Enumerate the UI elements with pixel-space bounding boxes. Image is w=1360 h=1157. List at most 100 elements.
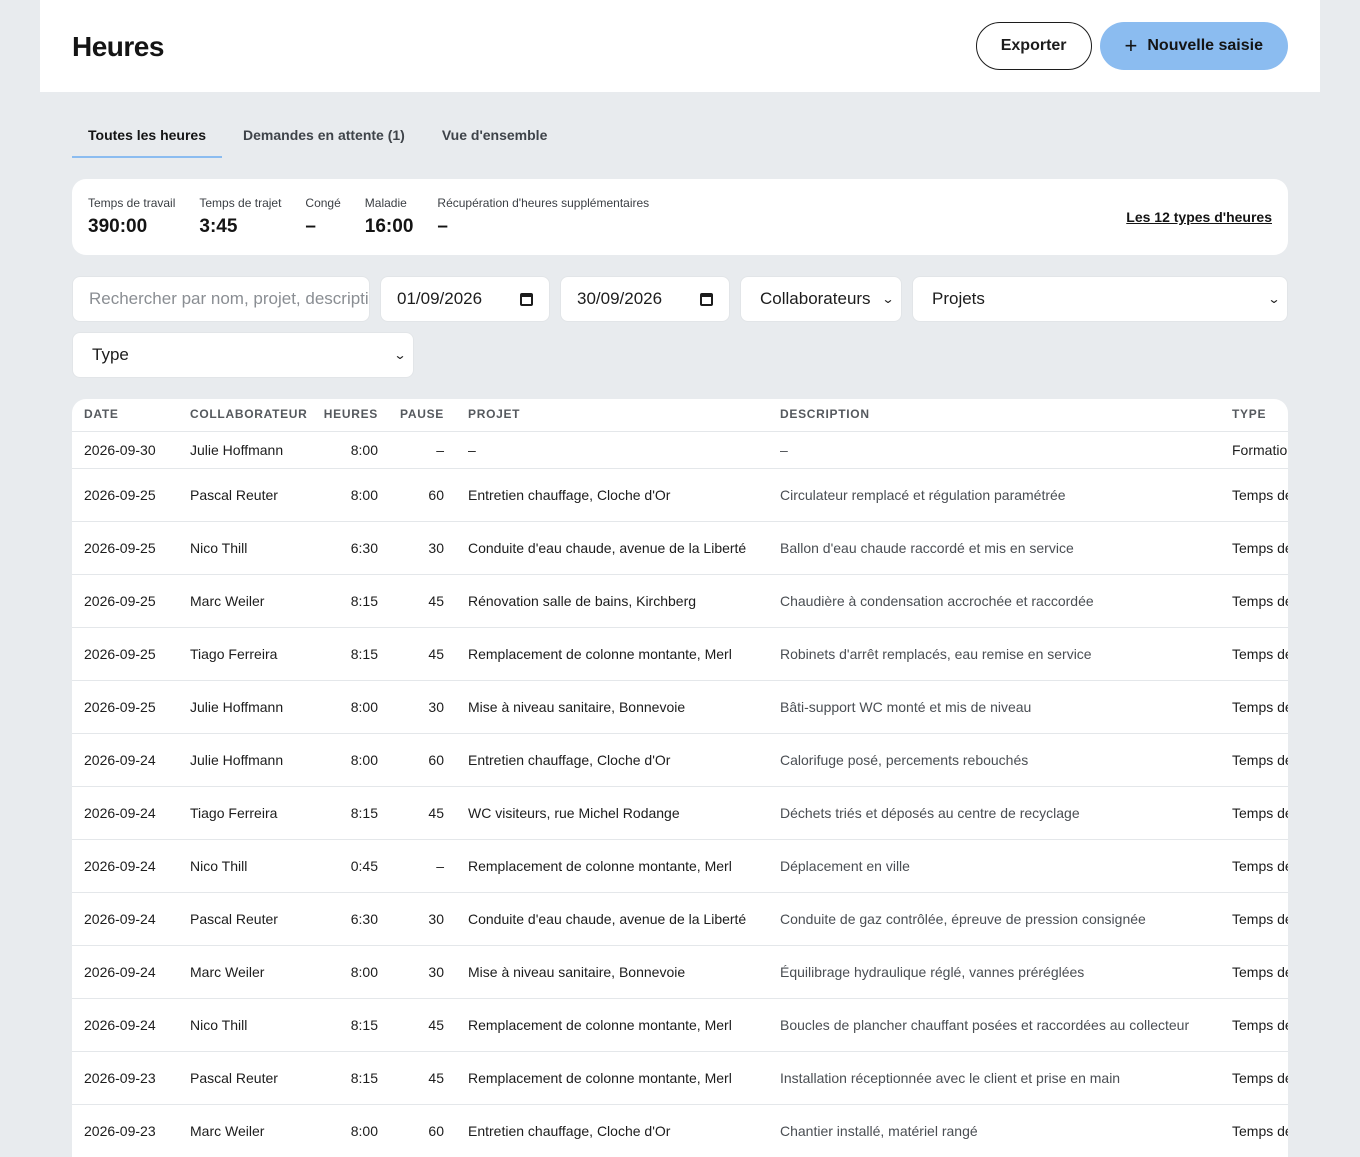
date-from-input[interactable]: 01/09/2026 — [380, 276, 550, 322]
cell-collaborator: Julie Hoffmann — [190, 699, 284, 715]
table-row[interactable]: 2026-09-24 Tiago Ferreira 8:15 45 WC visiteu… — [72, 787, 1288, 840]
stat-leave: Congé – — [305, 196, 340, 238]
cell-description: Calorifuge posé, percements rebouchés — [780, 752, 1029, 768]
cell-collaborator: Pascal Reuter — [190, 1070, 278, 1086]
new-entry-label: Nouvelle saisie — [1147, 37, 1263, 54]
page-title: Heures — [72, 31, 164, 62]
column-header-project[interactable]: PROJET — [468, 399, 520, 432]
table-row[interactable]: 2026-09-25 Tiago Ferreira 8:15 45 Remplaceme… — [72, 628, 1288, 681]
date-from-value: 01/09/2026 — [397, 289, 483, 308]
cell-hours: 8:00 — [350, 699, 378, 715]
table-row[interactable]: 2026-09-25 Julie Hoffmann 8:00 30 Mise à niv… — [72, 681, 1288, 734]
date-to-input[interactable]: 30/09/2026 — [560, 276, 730, 322]
table-row[interactable]: 2026-09-24 Pascal Reuter 6:30 30 Conduite d'… — [72, 893, 1288, 946]
stat-label: Temps de travail — [88, 196, 176, 210]
calendar-icon[interactable] — [700, 292, 713, 306]
cell-date: 2026-09-24 — [84, 1017, 156, 1033]
projects-select[interactable]: Projets ⌄ — [912, 276, 1288, 322]
cell-description: Chantier installé, matériel rangé — [780, 1123, 978, 1139]
stat-overtime-recovery: Récupération d'heures supplémentaires – — [437, 196, 649, 238]
chevron-down-icon: ⌄ — [393, 348, 407, 362]
cell-date: 2026-09-25 — [84, 487, 156, 503]
cell-project: – — [468, 442, 476, 458]
table-row[interactable]: 2026-09-23 Pascal Reuter 8:15 45 Remplacemen… — [72, 1052, 1288, 1105]
calendar-icon[interactable] — [520, 292, 533, 306]
cell-pause: 45 — [428, 1070, 444, 1086]
cell-date: 2026-09-25 — [84, 540, 156, 556]
column-header-pause[interactable]: PAUSE — [378, 399, 444, 432]
table-row[interactable]: 2026-09-24 Nico Thill 0:45 – Remplacement de… — [72, 840, 1288, 893]
column-header-collaborator[interactable]: COLLABORATEUR — [190, 399, 308, 432]
summary-card: Temps de travail 390:00 Temps de trajet … — [72, 179, 1288, 255]
cell-pause: 60 — [428, 1123, 444, 1139]
table-row[interactable]: 2026-09-25 Pascal Reuter 8:00 60 Entretien c… — [72, 469, 1288, 522]
cell-description: Conduite de gaz contrôlée, épreuve de pr… — [780, 911, 1146, 927]
cell-pause: 30 — [428, 540, 444, 556]
stat-value: – — [305, 216, 316, 237]
cell-collaborator: Pascal Reuter — [190, 487, 278, 503]
cell-project: Entretien chauffage, Cloche d'Or — [468, 1123, 671, 1139]
column-header-hours[interactable]: HEURES — [308, 399, 378, 432]
cell-type: Temps de travail — [1232, 1070, 1288, 1086]
export-button[interactable]: Exporter — [975, 22, 1092, 70]
header-actions: Exporter + Nouvelle saisie — [975, 22, 1288, 70]
stat-label: Maladie — [364, 196, 407, 210]
stat-label: Temps de trajet — [199, 196, 282, 210]
column-header-description[interactable]: DESCRIPTION — [780, 399, 870, 432]
cell-project: Entretien chauffage, Cloche d'Or — [468, 487, 671, 503]
cell-pause: – — [436, 858, 444, 874]
cell-description: Ballon d'eau chaude raccordé et mis en s… — [780, 540, 1074, 556]
hour-types-link[interactable]: Les 12 types d'heures — [1126, 209, 1272, 225]
cell-date: 2026-09-24 — [84, 752, 156, 768]
cell-description: Équilibrage hydraulique réglé, vannes pr… — [780, 964, 1085, 980]
cell-type: Formation — [1232, 442, 1288, 458]
cell-hours: 6:30 — [350, 911, 378, 927]
table-row[interactable]: 2026-09-23 Marc Weiler 8:00 60 Entretien cha… — [72, 1105, 1288, 1157]
cell-hours: 8:15 — [350, 593, 378, 609]
cell-description: Installation réceptionnée avec le client… — [780, 1070, 1121, 1086]
table-row[interactable]: 2026-09-25 Nico Thill 6:30 30 Conduite d'eau… — [72, 522, 1288, 575]
cell-hours: 6:30 — [350, 540, 378, 556]
cell-date: 2026-09-23 — [84, 1123, 156, 1139]
stat-work-time: Temps de travail 390:00 — [88, 196, 175, 238]
cell-hours: 8:15 — [350, 1070, 378, 1086]
new-entry-button[interactable]: + Nouvelle saisie — [1099, 22, 1288, 70]
cell-project: Rénovation salle de bains, Kirchberg — [468, 593, 697, 609]
cell-pause: 45 — [428, 1017, 444, 1033]
table-row[interactable]: 2026-09-25 Marc Weiler 8:15 45 Rénovation sa… — [72, 575, 1288, 628]
cell-pause: – — [436, 442, 444, 458]
cell-date: 2026-09-24 — [84, 911, 156, 927]
table-row[interactable]: 2026-09-24 Julie Hoffmann 8:00 60 Entretien … — [72, 734, 1288, 787]
tab-overview[interactable]: Vue d'ensemble — [426, 116, 564, 158]
table-row[interactable]: 2026-09-24 Marc Weiler 8:00 30 Mise à niveau… — [72, 946, 1288, 999]
cell-type: Temps de travail — [1232, 1017, 1288, 1033]
cell-type: Temps de travail — [1232, 964, 1288, 980]
table-row[interactable]: 2026-09-24 Nico Thill 8:15 45 Remplacement d… — [72, 999, 1288, 1052]
tab-all-hours[interactable]: Toutes les heures — [72, 116, 223, 158]
cell-type: Temps de travail — [1232, 593, 1288, 609]
cell-collaborator: Marc Weiler — [190, 593, 265, 609]
cell-type: Temps de travail — [1232, 699, 1288, 715]
stat-label: Récupération d'heures supplémentaires — [437, 196, 650, 210]
cell-description: Boucles de plancher chauffant posées et … — [780, 1017, 1190, 1033]
cell-type: Temps de travail — [1232, 805, 1288, 821]
cell-type: Temps de travail — [1232, 646, 1288, 662]
date-to-value: 30/09/2026 — [577, 289, 663, 308]
cell-hours: 8:00 — [350, 964, 378, 980]
cell-description: Robinets d'arrêt remplacés, eau remise e… — [780, 646, 1092, 662]
cell-pause: 30 — [428, 911, 444, 927]
column-header-type[interactable]: TYPE — [1232, 399, 1288, 432]
type-select-value: Type — [92, 345, 129, 364]
chevron-down-icon: ⌄ — [881, 292, 895, 306]
table-row[interactable]: 2026-09-30 Julie Hoffmann 8:00 – – – Formation — [72, 432, 1288, 469]
cell-collaborator: Tiago Ferreira — [190, 805, 278, 821]
cell-type: Temps de travail — [1232, 752, 1288, 768]
cell-date: 2026-09-24 — [84, 964, 156, 980]
hours-table: DATE COLLABORATEUR HEURES PAUSE PROJET D… — [72, 399, 1288, 1157]
collaborators-select[interactable]: Collaborateurs ⌄ — [740, 276, 902, 322]
type-select[interactable]: Type ⌄ — [72, 332, 414, 378]
tab-pending-requests[interactable]: Demandes en attente (1) — [227, 116, 421, 158]
cell-collaborator: Nico Thill — [190, 540, 248, 556]
column-header-date[interactable]: DATE — [84, 399, 119, 432]
search-input[interactable]: Rechercher par nom, projet, description — [72, 276, 370, 322]
